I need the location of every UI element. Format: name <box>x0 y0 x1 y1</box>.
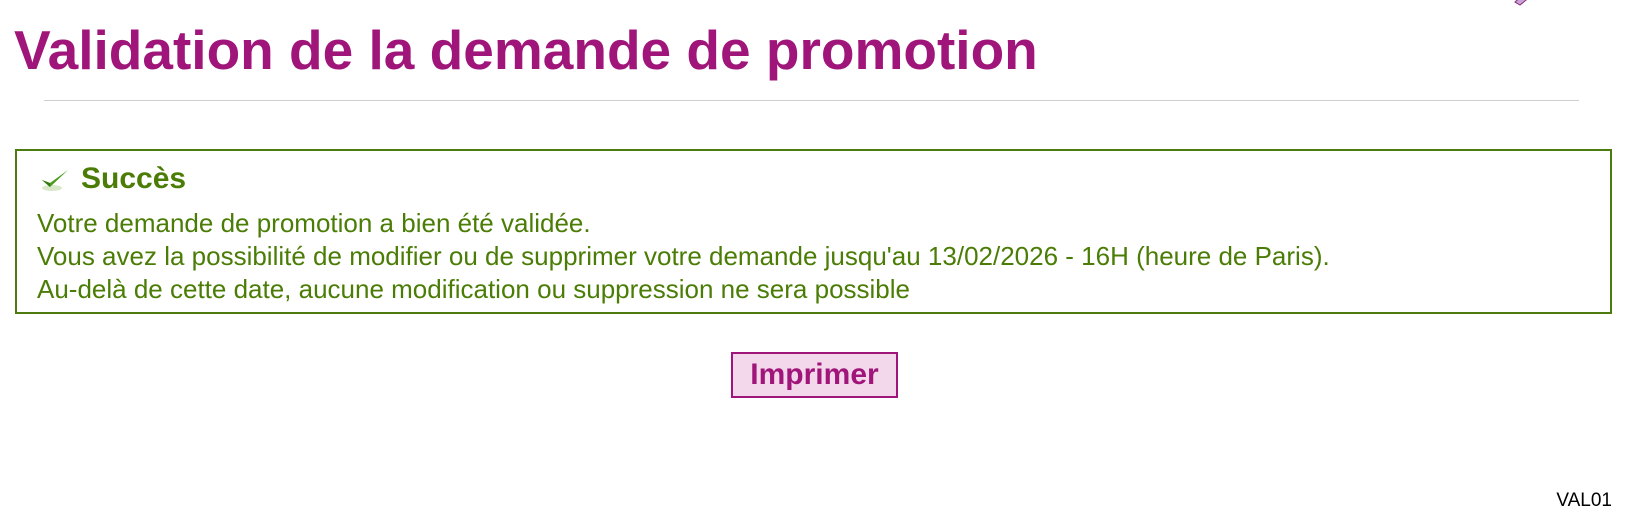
print-button[interactable]: Imprimer <box>731 352 898 398</box>
page-title: Validation de la demande de promotion <box>14 19 1038 81</box>
page-code: VAL01 <box>1556 490 1612 511</box>
success-title: Succès <box>81 162 187 195</box>
success-line: Votre demande de promotion a bien été va… <box>37 208 591 238</box>
pencil-icon <box>1514 0 1527 6</box>
success-message-box: Succès Votre demande de promotion a bien… <box>15 149 1612 314</box>
success-message: Votre demande de promotion a bien été va… <box>37 207 1330 306</box>
success-line: Vous avez la possibilité de modifier ou … <box>37 241 1330 271</box>
title-divider <box>44 100 1579 101</box>
check-icon <box>42 170 68 191</box>
top-corner-link[interactable] <box>1512 0 1538 6</box>
success-header: Succès <box>37 161 186 197</box>
success-line: Au-delà de cette date, aucune modificati… <box>37 274 911 304</box>
